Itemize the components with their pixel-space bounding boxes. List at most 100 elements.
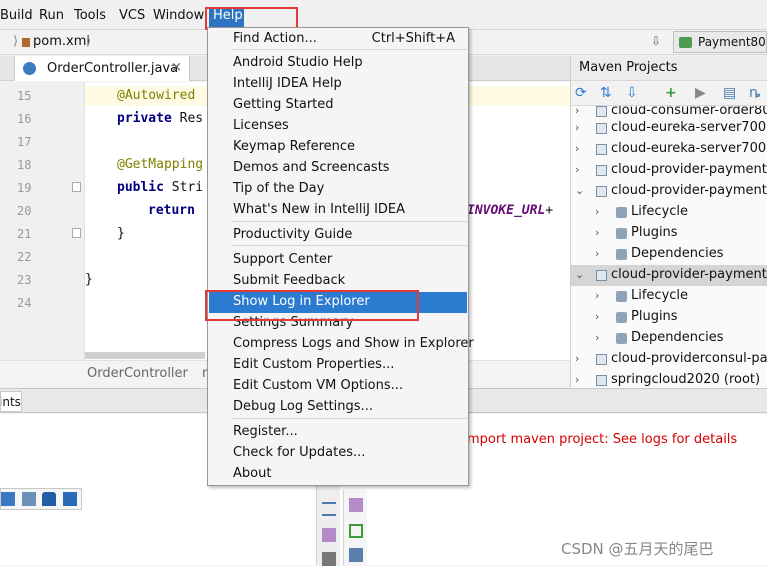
maven-module-icon [596,186,607,197]
chevron-down-icon[interactable]: ⌄ [575,184,584,197]
menu-item-label: Licenses [233,118,289,133]
menu-item-register[interactable]: Register... [209,422,467,443]
maven-tree-item[interactable]: › cloud-provider-payment800 [571,160,767,181]
maven-tree-item[interactable]: › Dependencies [571,328,767,349]
run-icon[interactable]: ▶ [695,85,706,101]
chevron-right-icon[interactable]: › [575,106,579,117]
line-number: 15 [17,89,32,103]
menu-item-label: Edit Custom VM Options... [233,378,404,393]
checkbox-icon[interactable] [349,524,363,538]
chevron-right-icon[interactable]: › [595,226,599,239]
menu-item-debug-log-settings[interactable]: Debug Log Settings... [209,397,467,418]
maven-tree-item[interactable]: ⌄ cloud-provider-payment800 [571,181,767,202]
line-number: 22 [17,250,32,264]
update-icon[interactable]: ⇩ [651,34,661,48]
menu-item-getting-started[interactable]: Getting Started [209,95,467,116]
align-icon[interactable] [322,502,336,516]
close-icon[interactable]: × [171,60,182,75]
maven-tree-item[interactable]: › cloud-eureka-server7002 [571,139,767,160]
maven-tree-item[interactable]: ⌄ cloud-provider-payment800 [571,265,767,286]
chevron-right-icon[interactable]: › [575,121,579,134]
menu-item-demos-and-screencasts[interactable]: Demos and Screencasts [209,158,467,179]
chevron-right-icon[interactable]: › [575,163,579,176]
menu-item-label: What's New in IntelliJ IDEA [233,202,406,217]
menu-window[interactable]: Window [153,8,204,24]
menu-item-label: Support Center [233,252,333,267]
menu-item-support-center[interactable]: Support Center [209,250,467,271]
shirt-icon[interactable] [42,492,56,506]
add-icon[interactable]: + [665,85,677,101]
menu-item-compress-logs-and-show-in-explorer[interactable]: Compress Logs and Show in Explorer [209,334,474,355]
code-text: Res [171,111,204,126]
maven-tree: › cloud-consumer-order80 › cloud-eureka-ser… [571,106,767,388]
refresh-icon[interactable]: ⟳ [575,85,587,101]
menu-item-find-action[interactable]: Find Action... Ctrl+Shift+A [209,29,467,50]
execute-goal-icon[interactable]: ▤ [723,85,736,101]
grid-icon[interactable] [63,492,77,506]
maven-tree-item[interactable]: › cloud-providerconsul-payme [571,349,767,370]
chevron-right-icon[interactable]: › [595,205,599,218]
menu-item-tip-of-the-day[interactable]: Tip of the Day [209,179,467,200]
menu-build[interactable]: Build [0,8,33,24]
reimport-icon[interactable]: ⇅ [600,85,612,101]
breadcrumb-file[interactable]: pom.xml [33,34,90,49]
chevron-right-icon[interactable]: › [595,331,599,344]
maven-tree-item[interactable]: › Lifecycle [571,202,767,223]
maven-tree-item[interactable]: › cloud-eureka-server7001 [571,118,767,139]
horizontal-scrollbar[interactable] [85,352,205,359]
line-number: 20 [17,204,32,218]
folder-icon [616,249,627,260]
tab-endpoints[interactable]: ints [0,391,22,412]
tab-order-controller[interactable]: OrderController.java × [14,56,190,81]
menu-item-what-s-new-in-intellij-idea[interactable]: What's New in IntelliJ IDEA [209,200,467,221]
menu-item-android-studio-help[interactable]: Android Studio Help [209,53,467,74]
chevron-right-icon[interactable]: › [575,373,579,386]
maven-projects-panel: Maven Projects ⟳ ⇅ ⇩ + ▶ ▤ ȵ › cloud-cons… [570,56,767,388]
menu-item-edit-custom-properties[interactable]: Edit Custom Properties... [209,355,467,376]
fold-icon[interactable] [72,228,81,238]
keyboard-icon[interactable] [1,492,15,506]
toggle-offline-icon[interactable]: ȵ [749,85,761,101]
menu-item-submit-feedback[interactable]: Submit Feedback [209,271,467,292]
chevron-right-icon[interactable]: › [595,247,599,260]
hierarchy-icon[interactable] [22,492,36,506]
maven-tree-item[interactable]: › Plugins [571,307,767,328]
run-configuration-selector[interactable]: Payment800 [673,31,767,53]
chevron-right-icon[interactable]: › [595,310,599,323]
chevron-right-icon[interactable]: › [575,352,579,365]
line-number: 17 [17,135,32,149]
chevron-right-icon[interactable]: › [595,289,599,302]
folder-icon [616,312,627,323]
code-brace: } [85,272,93,287]
folder-icon [616,333,627,344]
menu-item-productivity-guide[interactable]: Productivity Guide [209,225,467,246]
menu-run[interactable]: Run [39,8,64,24]
trash-icon[interactable] [349,548,363,562]
menu-item-licenses[interactable]: Licenses [209,116,467,137]
import-icon[interactable] [349,498,363,512]
menu-item-keymap-reference[interactable]: Keymap Reference [209,137,467,158]
editor-breadcrumb-class[interactable]: OrderController [87,366,188,381]
import-icon[interactable] [322,528,336,542]
maven-tree-item[interactable]: › Dependencies [571,244,767,265]
menu-item-label: Register... [233,424,298,439]
menu-item-about[interactable]: About [209,464,467,485]
menu-vcs[interactable]: VCS [119,8,145,24]
code-annotation: @GetMapping [117,157,204,172]
chevron-right-icon[interactable]: › [575,142,579,155]
menu-item-intellij-idea-help[interactable]: IntelliJ IDEA Help [209,74,467,95]
chevron-down-icon[interactable]: ⌄ [575,268,584,281]
maven-tree-item[interactable]: › Plugins [571,223,767,244]
menu-item-label: Keymap Reference [233,139,356,154]
maven-module-icon [596,123,607,134]
maven-tree-label: cloud-provider-payment800 [611,162,767,177]
menu-item-check-for-updates[interactable]: Check for Updates... [209,443,467,464]
code-keyword: return [148,203,195,218]
maven-tree-item[interactable]: › springcloud2020 (root) [571,370,767,388]
menu-item-edit-custom-vm-options[interactable]: Edit Custom VM Options... [209,376,467,397]
fold-icon[interactable] [72,182,81,192]
download-icon[interactable]: ⇩ [626,85,638,101]
print-icon[interactable] [322,552,336,566]
menu-tools[interactable]: Tools [74,8,106,24]
maven-tree-item[interactable]: › Lifecycle [571,286,767,307]
